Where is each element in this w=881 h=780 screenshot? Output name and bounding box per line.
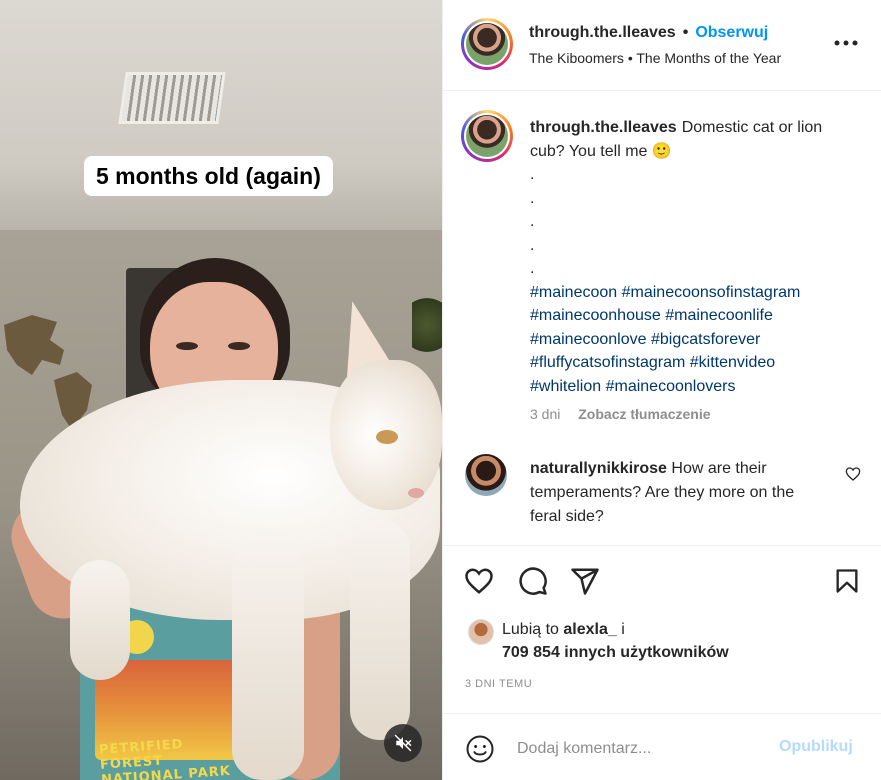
caption-age: 3 dni bbox=[530, 406, 561, 422]
post-date[interactable]: 3 DNI TEMU bbox=[465, 678, 532, 690]
share-icon bbox=[571, 568, 599, 595]
comment-username[interactable]: naturallynikkirose bbox=[530, 460, 667, 477]
caption-dot-line: . bbox=[530, 166, 535, 183]
more-horizontal-icon bbox=[834, 40, 858, 46]
caption-hashtags[interactable]: #mainecoon #mainecoonsofinstagram #maine… bbox=[530, 281, 850, 399]
video-cat-nose bbox=[408, 488, 424, 498]
video-overlay-caption: 5 months old (again) bbox=[84, 156, 333, 196]
add-comment-bar: Opublikuj bbox=[443, 713, 881, 780]
comments-section[interactable]: through.the.lleaves Domestic cat or lion … bbox=[443, 92, 881, 545]
video-cat-eye bbox=[376, 430, 398, 444]
caption-dot-line: . bbox=[530, 189, 535, 207]
see-translation-button[interactable]: Zobacz tłumaczenie bbox=[578, 406, 710, 422]
like-button[interactable] bbox=[463, 565, 495, 597]
save-button[interactable] bbox=[831, 565, 863, 597]
separator-dot: • bbox=[682, 24, 689, 41]
comment-like-button[interactable] bbox=[845, 466, 861, 487]
more-options-button[interactable] bbox=[833, 30, 859, 56]
author-username[interactable]: through.the.lleaves bbox=[529, 24, 676, 42]
mute-button[interactable] bbox=[384, 724, 422, 762]
comment-item: naturallynikkirose How are their tempera… bbox=[530, 457, 825, 529]
speaker-muted-icon bbox=[394, 734, 412, 752]
likes-suffix: i bbox=[621, 621, 625, 638]
caption-dot-line: . bbox=[530, 213, 535, 230]
smiley-icon bbox=[466, 735, 494, 763]
video-person-eye bbox=[176, 342, 198, 350]
author-avatar-image bbox=[466, 23, 508, 65]
author-avatar[interactable] bbox=[461, 18, 513, 70]
video-person-eye bbox=[228, 342, 250, 350]
comment-input[interactable] bbox=[517, 736, 767, 762]
caption-author-avatar[interactable] bbox=[461, 110, 513, 162]
comment-icon bbox=[519, 567, 547, 595]
comment-button[interactable] bbox=[517, 565, 549, 597]
publish-comment-button[interactable]: Opublikuj bbox=[779, 738, 853, 756]
post-details-panel: through.the.lleaves • Obserwuj The Kiboo… bbox=[442, 0, 881, 780]
liker-username[interactable]: alexla_ bbox=[563, 621, 616, 638]
share-button[interactable] bbox=[569, 565, 601, 597]
post-header: through.the.lleaves • Obserwuj The Kiboo… bbox=[443, 0, 881, 91]
post-actions: Lubią to alexla_ i 709 854 innych użytko… bbox=[443, 545, 881, 713]
video-cat-leg bbox=[350, 520, 410, 740]
video-air-vent bbox=[118, 72, 226, 124]
heart-icon bbox=[845, 467, 861, 481]
follow-button[interactable]: Obserwuj bbox=[695, 24, 768, 42]
video-cat-leg bbox=[70, 560, 130, 680]
post-caption: through.the.lleaves Domestic cat or lion … bbox=[530, 116, 850, 398]
caption-dot-line: . bbox=[530, 260, 535, 277]
likes-summary: Lubią to alexla_ i bbox=[502, 621, 625, 639]
caption-username[interactable]: through.the.lleaves bbox=[530, 119, 677, 136]
video-cat-leg bbox=[232, 540, 304, 780]
emoji-picker-button[interactable] bbox=[465, 734, 495, 764]
author-line: through.the.lleaves • Obserwuj bbox=[529, 24, 768, 42]
bookmark-icon bbox=[836, 569, 858, 593]
liker-avatar[interactable] bbox=[468, 619, 494, 645]
heart-icon bbox=[465, 568, 493, 594]
caption-author-avatar-image bbox=[466, 115, 508, 157]
audio-attribution-link[interactable]: The Kiboomers • The Months of the Year bbox=[529, 50, 781, 66]
likes-prefix: Lubią to bbox=[502, 621, 559, 638]
caption-meta: 3 dni Zobacz tłumaczenie bbox=[530, 406, 711, 422]
likes-count-link[interactable]: 709 854 innych użytkowników bbox=[502, 644, 729, 662]
post-media-video[interactable]: PETRIFIED FOREST NATIONAL PARK 5 months … bbox=[0, 0, 442, 780]
caption-dot-line: . bbox=[530, 236, 535, 254]
video-plant bbox=[412, 290, 442, 360]
commenter-avatar[interactable] bbox=[465, 454, 507, 496]
